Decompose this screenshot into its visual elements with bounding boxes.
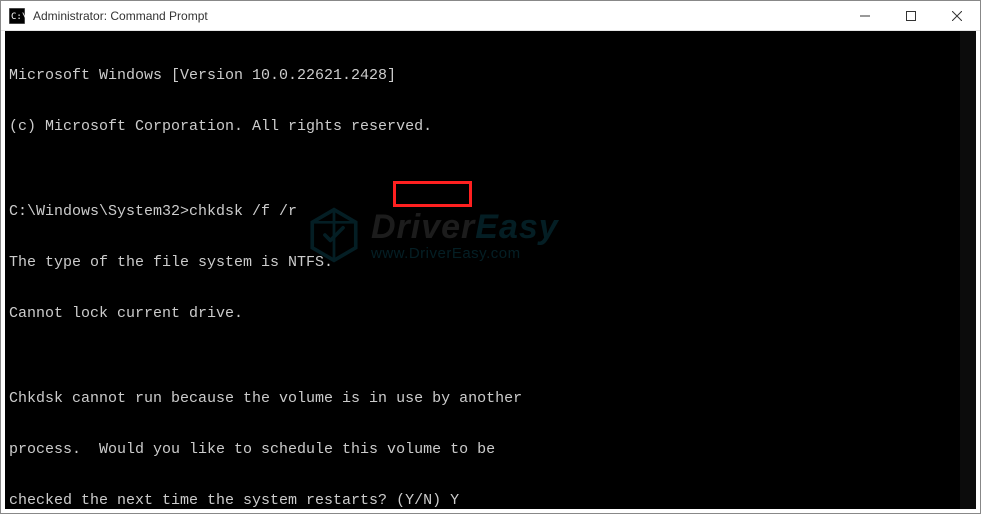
maximize-button[interactable] [888, 1, 934, 30]
terminal-line: process. Would you like to schedule this… [9, 441, 972, 458]
prompt-text: C:\Windows\System32> [9, 203, 189, 220]
minimize-button[interactable] [842, 1, 888, 30]
window-title: Administrator: Command Prompt [33, 9, 842, 23]
question-text: checked the next time the system restart… [9, 492, 450, 509]
close-button[interactable] [934, 1, 980, 30]
terminal-line: Microsoft Windows [Version 10.0.22621.24… [9, 67, 972, 84]
user-input: Y [450, 492, 459, 509]
scrollbar-track[interactable] [960, 31, 976, 509]
terminal-line: Cannot lock current drive. [9, 305, 972, 322]
window-controls [842, 1, 980, 30]
command-text: chkdsk /f /r [189, 203, 297, 220]
svg-text:C:\: C:\ [11, 12, 25, 22]
terminal-line: The type of the file system is NTFS. [9, 254, 972, 271]
terminal-line: (c) Microsoft Corporation. All rights re… [9, 118, 972, 135]
terminal-area[interactable]: Microsoft Windows [Version 10.0.22621.24… [5, 31, 976, 509]
terminal-line: Chkdsk cannot run because the volume is … [9, 390, 972, 407]
command-prompt-window: C:\ Administrator: Command Prompt Micros… [0, 0, 981, 514]
terminal-line: C:\Windows\System32>chkdsk /f /r [9, 203, 972, 220]
cmd-icon: C:\ [9, 8, 25, 24]
terminal-line: checked the next time the system restart… [9, 492, 972, 509]
vertical-scrollbar[interactable] [960, 31, 976, 509]
titlebar[interactable]: C:\ Administrator: Command Prompt [1, 1, 980, 31]
